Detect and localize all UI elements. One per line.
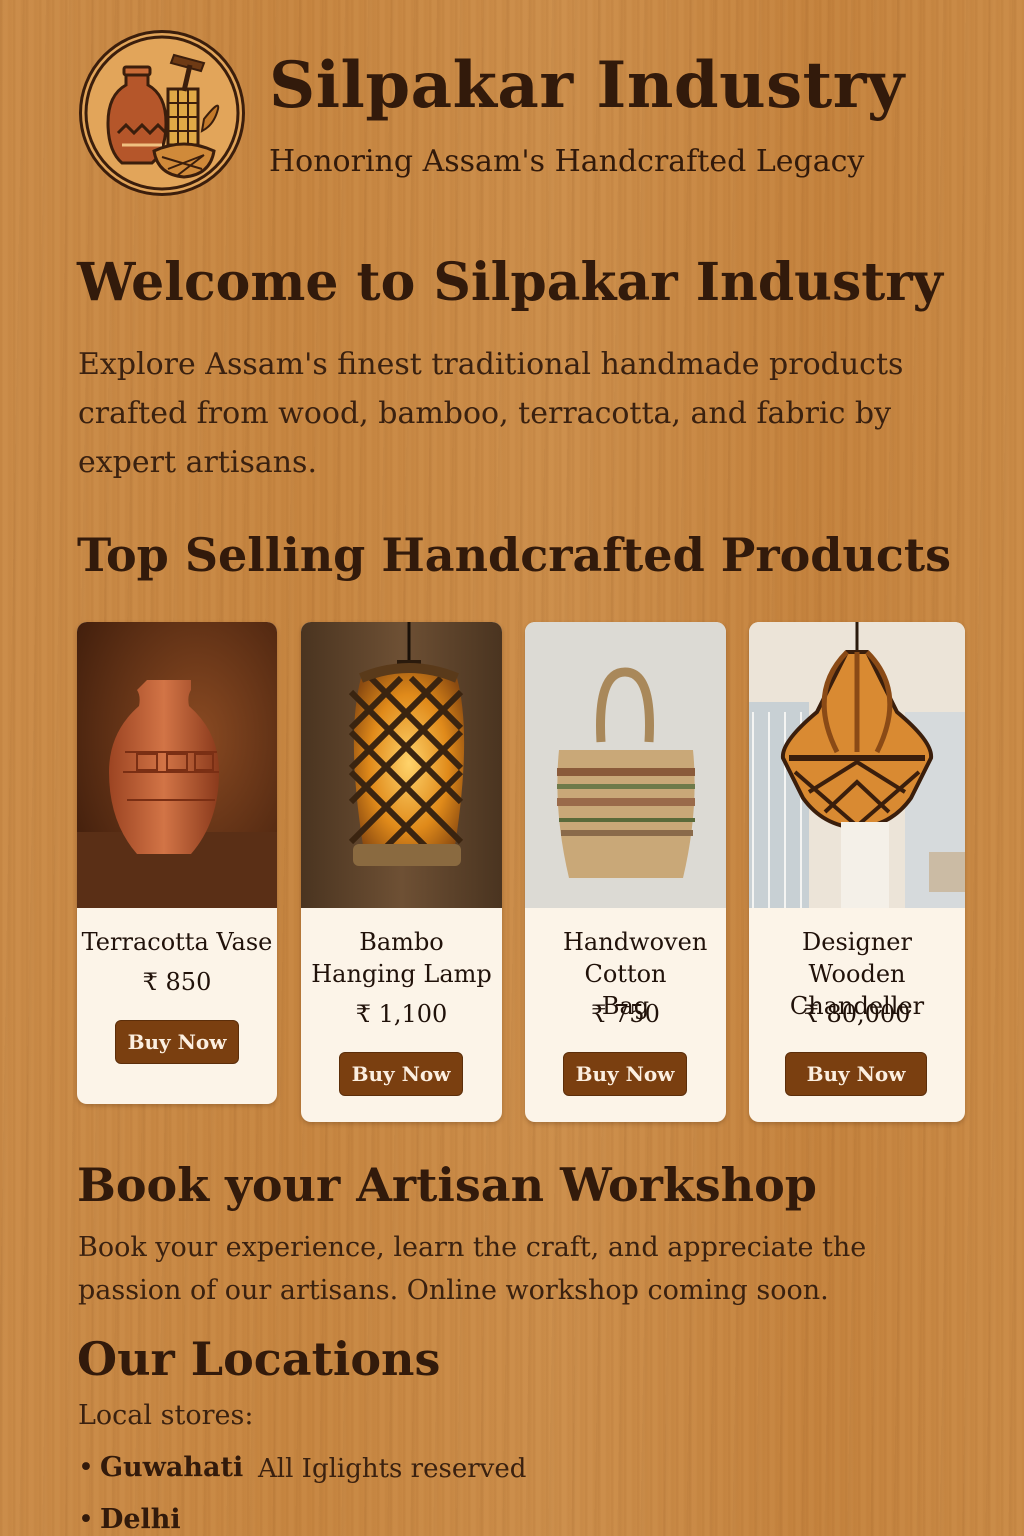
locations-heading: Our Locations (77, 1332, 441, 1386)
product-price: ₹ 1,100 (355, 1000, 448, 1028)
product-price: ₹ 750 (591, 1000, 660, 1028)
products-heading: Top Selling Handcrafted Products (77, 528, 952, 582)
buy-now-button[interactable]: Buy Now (339, 1052, 463, 1096)
product-price: ₹ 80,000 (803, 1000, 911, 1028)
product-price: ₹ 850 (142, 968, 212, 996)
product-name: Terracotta Vase (81, 928, 273, 956)
store-name: Guwahati (99, 1452, 244, 1483)
store-name: Delhi (99, 1504, 181, 1535)
buy-now-button[interactable]: Buy Now (785, 1052, 927, 1096)
wooden-chandelier-image[interactable] (749, 622, 965, 908)
product-card-terracotta-vase: Terracotta Vase ₹ 850 Buy Now (77, 622, 277, 1104)
store-item-guwahati: • Guwahati (78, 1452, 243, 1483)
welcome-heading: Welcome to Silpakar Industry (77, 252, 943, 313)
store-item-delhi: • Delhi (78, 1504, 181, 1535)
cotton-bag-image[interactable] (525, 622, 726, 908)
product-card-wooden-chandelier: Designer Wooden Chandeller ₹ 80,000 Buy … (749, 622, 965, 1122)
buy-now-button[interactable]: Buy Now (115, 1020, 239, 1064)
workshop-text: Book your experience, learn the craft, a… (78, 1232, 867, 1306)
workshop-heading: Book your Artisan Workshop (77, 1158, 817, 1212)
buy-now-button[interactable]: Buy Now (563, 1052, 687, 1096)
product-card-bamboo-lamp: Bambo Hanging Lamp ₹ 1,100 Buy Now (301, 622, 502, 1122)
stores-label: Local stores: (78, 1400, 254, 1431)
rights-text: All Iglights reserved (258, 1454, 527, 1484)
terracotta-vase-image[interactable] (77, 622, 277, 908)
bullet: • (78, 1504, 94, 1535)
site-header: Silpakar Industry Honoring Assam's Handc… (79, 30, 979, 196)
site-title: Silpakar Industry (269, 48, 905, 123)
site-tagline: Honoring Assam's Handcrafted Legacy (269, 144, 865, 179)
product-card-cotton-bag: Handwoven Cotton Bag ₹ 750 Buy Now (525, 622, 726, 1122)
bullet: • (78, 1452, 94, 1483)
welcome-text: Explore Assam's finest traditional handm… (78, 347, 904, 480)
crafts-logo-icon[interactable] (79, 30, 245, 196)
product-name: Bambo Hanging Lamp (311, 928, 492, 988)
bamboo-lamp-image[interactable] (301, 622, 502, 908)
